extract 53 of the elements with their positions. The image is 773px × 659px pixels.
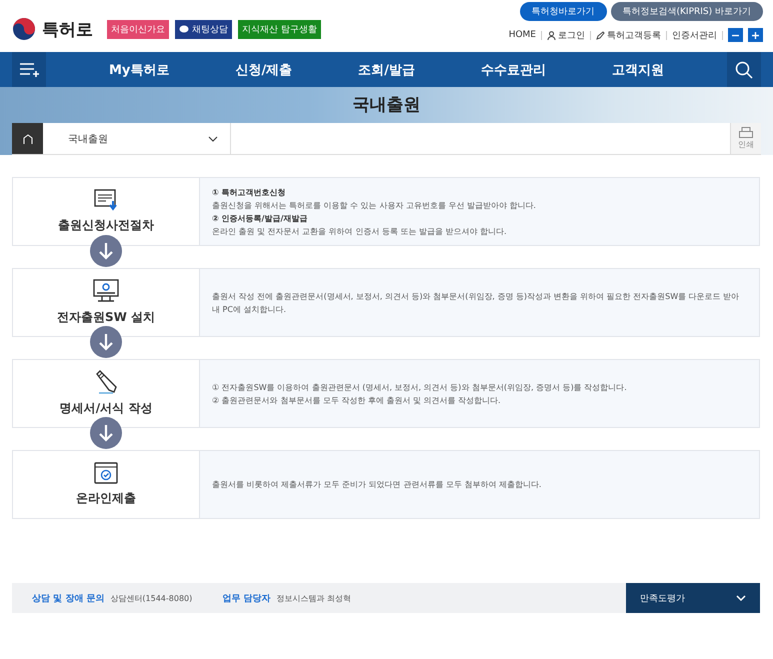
chevron-down-icon bbox=[208, 136, 218, 142]
contact-value: 정보시스템과 최성혁 bbox=[276, 592, 351, 604]
user-icon bbox=[547, 30, 556, 40]
step-description: 온라인 출원 및 전자문서 교환을 위하여 인증서 등록 또는 발급을 받으셔야 합니다. bbox=[212, 226, 508, 238]
step-description: ② 출원관련문서와 첨부문서를 모두 작성한 후에 출원서 및 의견서를 작성합니다. bbox=[212, 394, 502, 406]
home-icon bbox=[22, 134, 34, 144]
utility-link[interactable]: 인증서관리 bbox=[672, 28, 717, 42]
shortcut-button[interactable]: 특허정보검색(KIPRIS) 바로가기 bbox=[610, 2, 763, 21]
monitor-icon bbox=[93, 279, 119, 303]
step-description: 출원신청을 위해서는 특허로를 이용할 수 있는 사용자 고유번호를 우선 발급받아야 합니다. bbox=[212, 200, 537, 212]
step-description: ② 인증서등록/발급/재발급 bbox=[212, 212, 308, 224]
page-title: 국내출원 bbox=[352, 94, 422, 117]
search-icon bbox=[735, 60, 753, 78]
step-title: 명세서/서식 작성 bbox=[60, 400, 152, 417]
menu-button[interactable] bbox=[12, 52, 46, 87]
step-description: 출원서 작성 전에 출원관련문서(명세서, 보정서, 의견서 등)와 첨부문서(위임장, 증명 등)작성과 변환을 위하여 필요한 전자출원SW를 다운로드 받아 내 PC에 설치합니다. bbox=[212, 290, 740, 316]
check-window-icon bbox=[94, 462, 118, 484]
document-icon bbox=[94, 189, 118, 211]
nav-menu-item[interactable]: 고객지원 bbox=[612, 60, 664, 78]
zoom-button[interactable]: + bbox=[748, 28, 763, 42]
home-button[interactable] bbox=[12, 123, 43, 154]
step-title: 전자출원SW 설치 bbox=[56, 309, 156, 326]
contact-label: 업무 담당자 bbox=[222, 592, 270, 604]
nav-menu-item[interactable]: My특허로 bbox=[109, 60, 170, 78]
nav-menu-item[interactable]: 수수료관리 bbox=[480, 60, 546, 78]
header-badge[interactable]: 채팅상담 bbox=[175, 20, 232, 38]
printer-icon bbox=[739, 127, 753, 139]
pencil-icon bbox=[94, 370, 118, 394]
survey-dropdown[interactable]: 만족도평가 bbox=[626, 583, 760, 613]
step-description: 출원서를 비롯하여 제출서류가 모두 준비가 되었다면 관련서류를 모두 첨부하여 제출합니다. bbox=[212, 479, 542, 491]
step-title: 출원신청사전절차 bbox=[58, 217, 154, 234]
nav-menu-item[interactable]: 신청/제출 bbox=[235, 60, 292, 78]
breadcrumb-dropdown[interactable]: 국내출원 bbox=[43, 123, 231, 154]
search-button[interactable] bbox=[727, 52, 761, 87]
zoom-button[interactable]: − bbox=[728, 28, 743, 42]
header-badge[interactable]: 처음이신가요 bbox=[107, 20, 169, 38]
pencil-icon bbox=[596, 30, 605, 40]
step-description: ① 특허고객번호신청 bbox=[212, 186, 287, 198]
contact-value: 상담센터(1544-8080) bbox=[110, 592, 192, 604]
step-description: ① 전자출원SW를 이용하여 출원관련문서 (명세서, 보정서, 의견서 등)와 첨부문서(위임장, 증명서 등)를 작성합니다. bbox=[212, 382, 628, 394]
utility-link[interactable]: 특허고객등록 bbox=[596, 28, 661, 42]
utility-link[interactable]: HOME bbox=[508, 30, 536, 40]
menu-icon bbox=[19, 62, 39, 76]
nav-menu-item[interactable]: 조회/발급 bbox=[358, 60, 415, 78]
shortcut-button[interactable]: 특허청바로가기 bbox=[520, 2, 606, 21]
logo-icon bbox=[12, 17, 36, 41]
site-logo[interactable]: 특허로 bbox=[42, 18, 93, 40]
step-title: 온라인제출 bbox=[76, 490, 136, 507]
header-badge[interactable]: 지식재산 탐구생활 bbox=[238, 20, 321, 38]
utility-link[interactable]: 로그인 bbox=[547, 28, 585, 42]
contact-label: 상담 및 장애 문의 bbox=[32, 592, 104, 604]
chat-icon bbox=[179, 24, 189, 34]
chevron-down-icon bbox=[736, 595, 746, 601]
